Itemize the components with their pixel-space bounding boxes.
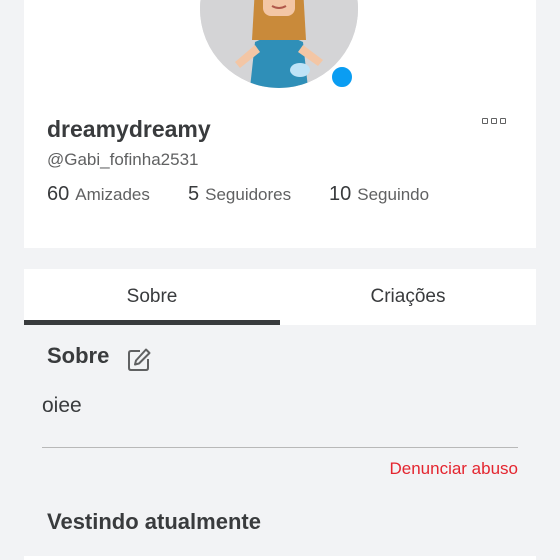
username: @Gabi_fofinha2531: [47, 150, 199, 169]
following-stat[interactable]: 10 Seguindo: [329, 183, 429, 206]
following-count: 10: [329, 183, 352, 205]
about-text: oiee: [42, 394, 82, 417]
tab-about[interactable]: Sobre: [24, 269, 280, 325]
online-status-indicator: [330, 65, 354, 89]
followers-count: 5: [188, 183, 200, 205]
profile-tabs: Sobre Criações: [24, 269, 536, 325]
currently-wearing-title: Vestindo atualmente: [47, 509, 261, 534]
wearing-card-edge: [24, 556, 536, 560]
friends-count: 60: [47, 183, 70, 205]
more-horizontal-icon: [482, 118, 488, 124]
tab-creations[interactable]: Criações: [280, 269, 536, 325]
about-section-title: Sobre: [47, 343, 110, 368]
profile-card: dreamydreamy @Gabi_fofinha2531 60 Amizade…: [24, 0, 536, 248]
more-options-button[interactable]: [482, 118, 510, 128]
following-label: Seguindo: [357, 185, 430, 204]
edit-icon[interactable]: [126, 347, 152, 373]
report-abuse-link[interactable]: Denunciar abuso: [389, 459, 518, 479]
friends-label: Amizades: [75, 185, 150, 204]
active-tab-indicator: [24, 320, 280, 325]
friends-stat[interactable]: 60 Amizades: [47, 183, 150, 206]
followers-label: Seguidores: [205, 185, 292, 204]
divider: [42, 447, 518, 448]
display-name: dreamydreamy: [47, 116, 211, 142]
followers-stat[interactable]: 5 Seguidores: [188, 183, 291, 206]
